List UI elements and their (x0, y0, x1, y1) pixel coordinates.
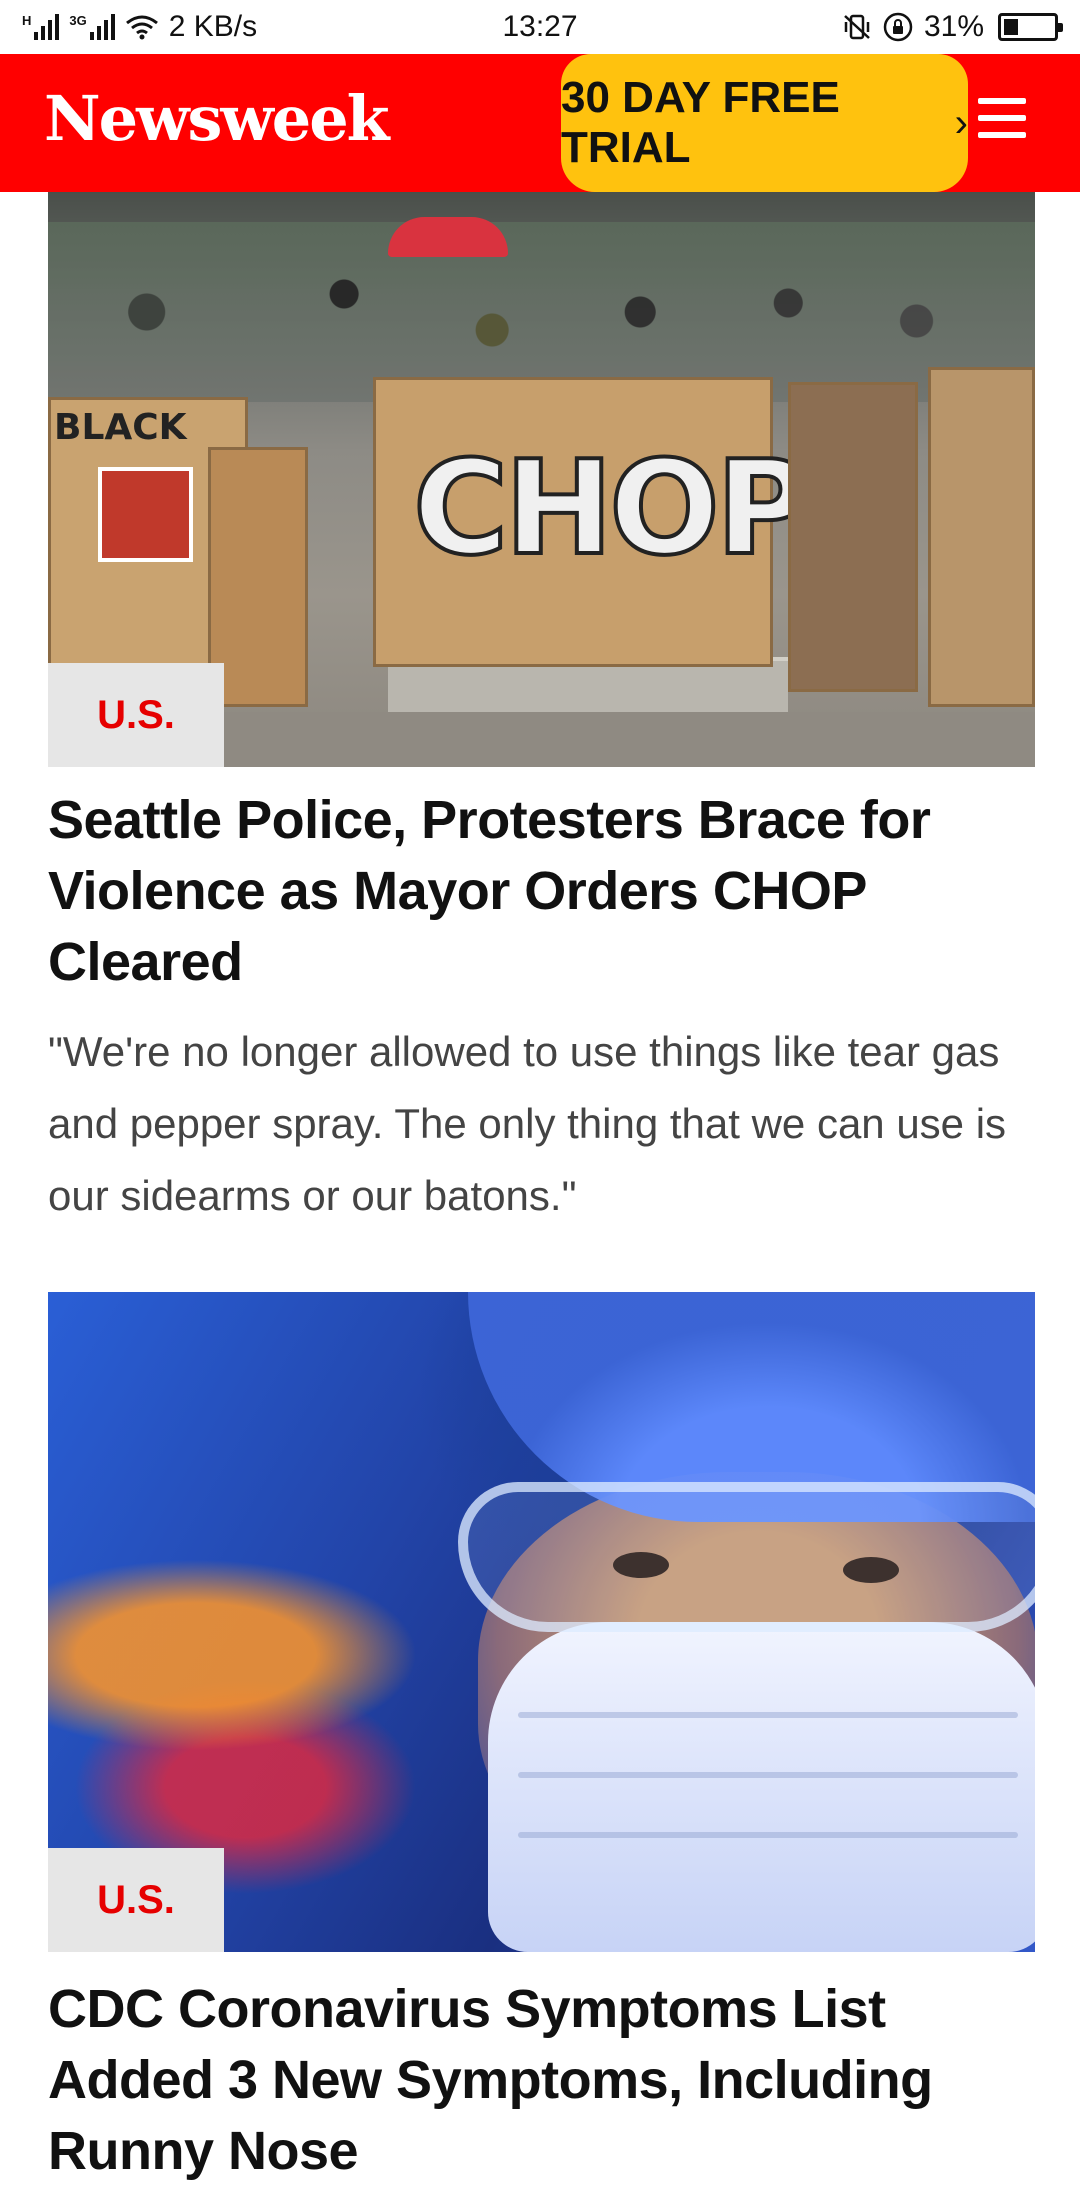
article-headline[interactable]: CDC Coronavirus Symptoms List Added 3 Ne… (48, 1974, 1035, 2187)
hamburger-menu-icon[interactable] (978, 98, 1026, 138)
signal-type-label: H (22, 13, 32, 28)
site-header: Newsweek 30 DAY FREE TRIAL › (0, 54, 1080, 192)
board-text-center: CHOP (411, 430, 813, 586)
article-dek: "We're no longer allowed to use things l… (48, 1028, 1007, 1219)
status-bar: H 3G 2 KB/s 13:27 31% (0, 0, 1080, 54)
chevron-right-icon: › (954, 100, 968, 145)
signal-icon-secondary: 3G (69, 13, 115, 40)
status-right: 31% (638, 10, 1063, 44)
battery-percent: 31% (923, 10, 984, 43)
article-image[interactable]: U.S. (48, 1292, 1035, 1952)
battery-icon (998, 13, 1063, 41)
vibrate-icon (844, 14, 870, 40)
signal-icon: H (22, 13, 60, 40)
board-text-left: BLACK (54, 407, 187, 448)
free-trial-label: 30 DAY FREE TRIAL (561, 73, 840, 172)
article-headline[interactable]: Seattle Police, Protesters Brace for Vio… (48, 785, 1035, 998)
free-trial-button[interactable]: 30 DAY FREE TRIAL › (561, 54, 968, 192)
network-speed: 2 KB/s (168, 10, 258, 43)
rotation-lock-icon (883, 12, 913, 42)
article-card[interactable]: BLACK CHOP U.S. Seattle Police, Proteste… (48, 192, 1035, 1232)
status-time: 13:27 (502, 10, 578, 43)
article-card[interactable]: U.S. CDC Coronavirus Symptoms List Added… (48, 1292, 1035, 2187)
article-image[interactable]: BLACK CHOP U.S. (48, 192, 1035, 767)
category-tag[interactable]: U.S. (48, 1848, 224, 1952)
category-tag[interactable]: U.S. (48, 663, 224, 767)
signal-type-label-secondary: 3G (69, 13, 87, 28)
newsweek-logo[interactable]: Newsweek (44, 82, 390, 155)
wifi-icon (125, 15, 158, 40)
status-left: H 3G 2 KB/s (22, 10, 442, 44)
